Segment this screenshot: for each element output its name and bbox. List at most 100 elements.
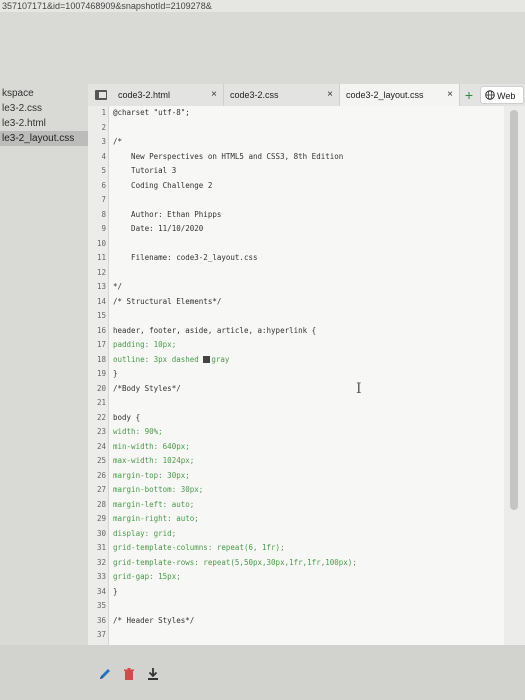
- line-number: 9: [101, 224, 106, 233]
- scrollbar-thumb[interactable]: [510, 110, 518, 510]
- code-text: margin-top: 30px;: [113, 470, 190, 480]
- line-number: 26: [96, 470, 106, 480]
- code-line[interactable]: 14 /* Structural Elements*/: [88, 295, 504, 310]
- code-line[interactable]: 5 Tutorial 3: [88, 164, 504, 179]
- line-number: 15: [96, 311, 106, 320]
- code-line[interactable]: 32 grid-template-rows: repeat(5,50px,30px…: [88, 556, 504, 571]
- code-line[interactable]: 35: [88, 599, 504, 614]
- line-number: 35: [96, 601, 106, 610]
- line-number: 17: [96, 340, 106, 349]
- close-icon[interactable]: ×: [447, 84, 453, 106]
- close-icon[interactable]: ×: [327, 84, 333, 106]
- line-number: 30: [96, 528, 106, 538]
- color-name: gray: [211, 354, 230, 364]
- sidebar-item-workspace[interactable]: kspace: [0, 86, 88, 101]
- pencil-icon[interactable]: [98, 667, 112, 681]
- line-number: 34: [96, 586, 106, 596]
- code-text: */: [113, 282, 123, 291]
- code-text: }: [113, 586, 118, 596]
- code-line[interactable]: 13 */: [88, 280, 504, 295]
- code-editor[interactable]: 1 @charset "utf-8"; 2 3/* 4 New Perspectives…: [88, 106, 504, 645]
- code-line[interactable]: 8 Author: Ethan Phipps: [88, 208, 504, 223]
- code-line[interactable]: 6 Coding Challenge 2: [88, 179, 504, 194]
- code-text: Coding Challenge 2: [113, 180, 213, 190]
- add-tab-button[interactable]: +: [460, 84, 478, 106]
- code-text: margin-right: auto;: [113, 514, 199, 523]
- file-sidebar: kspace le3-2.css le3-2.html le3-2_layout…: [0, 86, 88, 168]
- code-text: New Perspectives on HTML5 and CSS3, 8th …: [113, 151, 344, 161]
- code-line[interactable]: 23 width: 90%;: [88, 425, 504, 440]
- tab-bar: code3-2.html × code3-2.css × code3-2_lay…: [88, 84, 525, 107]
- code-line[interactable]: 29 margin-right: auto;: [88, 512, 504, 527]
- line-number: 25: [96, 456, 106, 465]
- code-line[interactable]: 31 grid-template-columns: repeat(6, 1fr);: [88, 541, 504, 556]
- sidebar-item-html[interactable]: le3-2.html: [0, 116, 88, 131]
- code-line[interactable]: 22 body {: [88, 411, 504, 426]
- code-line[interactable]: 37: [88, 628, 504, 643]
- line-number: 19: [96, 369, 106, 378]
- code-line[interactable]: 4 New Perspectives on HTML5 and CSS3, 8t…: [88, 150, 504, 165]
- code-line[interactable]: 12: [88, 266, 504, 281]
- tab-css[interactable]: code3-2.css ×: [224, 84, 340, 106]
- line-number: 21: [96, 398, 106, 407]
- editor-toolbar: [88, 664, 504, 686]
- code-line[interactable]: 26 margin-top: 30px;: [88, 469, 504, 484]
- code-line[interactable]: 28 margin-left: auto;: [88, 498, 504, 513]
- line-number: 22: [96, 412, 106, 422]
- line-number: 31: [96, 543, 106, 552]
- code-line[interactable]: 25 max-width: 1024px;: [88, 454, 504, 469]
- code-line[interactable]: 33 grid-gap: 15px;: [88, 570, 504, 585]
- line-number: 4: [101, 151, 106, 161]
- code-text: width: 90%;: [113, 427, 163, 436]
- line-number: 32: [96, 557, 106, 567]
- code-line[interactable]: 2: [88, 121, 504, 136]
- code-line[interactable]: 27 margin-bottom: 30px;: [88, 483, 504, 498]
- download-icon[interactable]: [146, 667, 160, 681]
- code-line[interactable]: 21: [88, 396, 504, 411]
- code-line[interactable]: 34}: [88, 585, 504, 600]
- code-line[interactable]: 30 display: grid;: [88, 527, 504, 542]
- sidebar-item-layout-css[interactable]: le3-2_layout.css: [0, 131, 88, 146]
- web-button-label: Web: [497, 91, 516, 101]
- code-line[interactable]: 10: [88, 237, 504, 252]
- tab-html[interactable]: code3-2.html ×: [112, 84, 224, 106]
- sidebar-toggle-icon[interactable]: [94, 88, 108, 102]
- code-line[interactable]: 18 outline: 3px dashed gray: [88, 353, 504, 368]
- code-line[interactable]: 3 /*: [88, 135, 504, 150]
- line-number: 16: [96, 325, 106, 335]
- line-number: 3: [101, 137, 106, 146]
- code-line[interactable]: 16 header, footer, aside, article, a:hype…: [88, 324, 504, 339]
- code-line[interactable]: 7: [88, 193, 504, 208]
- web-preview-button[interactable]: Web: [480, 86, 524, 104]
- line-number: 7: [101, 195, 106, 204]
- code-line[interactable]: 15: [88, 309, 504, 324]
- code-line[interactable]: 20 /*Body Styles*/: [88, 382, 504, 397]
- code-line[interactable]: 19}: [88, 367, 504, 382]
- code-line[interactable]: 17 padding: 10px;: [88, 338, 504, 353]
- code-text: Author: Ethan Phipps: [113, 209, 222, 219]
- sidebar-item-css[interactable]: le3-2.css: [0, 101, 88, 116]
- code-line[interactable]: 9 Date: 11/10/2020: [88, 222, 504, 237]
- close-icon[interactable]: ×: [211, 84, 217, 106]
- code-line[interactable]: 36 /* Header Styles*/: [88, 614, 504, 629]
- tab-layout-css[interactable]: code3-2_layout.css ×: [340, 84, 460, 106]
- line-number: 33: [96, 572, 106, 581]
- trash-icon[interactable]: [122, 667, 136, 681]
- editor-scrollbar[interactable]: [504, 106, 525, 645]
- tab-label: code3-2_layout.css: [346, 90, 424, 100]
- text-cursor-icon: I: [356, 381, 362, 397]
- code-text: @charset "utf-8";: [113, 108, 190, 117]
- code-text: body {: [113, 412, 141, 422]
- line-number: 18: [96, 354, 106, 364]
- code-text: /* Header Styles*/: [113, 615, 195, 625]
- code-text: header, footer, aside, article, a:hyperl…: [113, 325, 317, 335]
- line-number: 27: [96, 485, 106, 494]
- line-number: 5: [101, 166, 106, 175]
- code-line[interactable]: 1 @charset "utf-8";: [88, 106, 504, 121]
- line-number: 8: [101, 209, 106, 219]
- code-text: /*Body Styles*/: [113, 383, 181, 393]
- code-line[interactable]: 11 Filename: code3-2_layout.css: [88, 251, 504, 266]
- code-text: margin-bottom: 30px;: [113, 485, 204, 494]
- line-number: 20: [96, 383, 106, 393]
- code-line[interactable]: 24 min-width: 640px;: [88, 440, 504, 455]
